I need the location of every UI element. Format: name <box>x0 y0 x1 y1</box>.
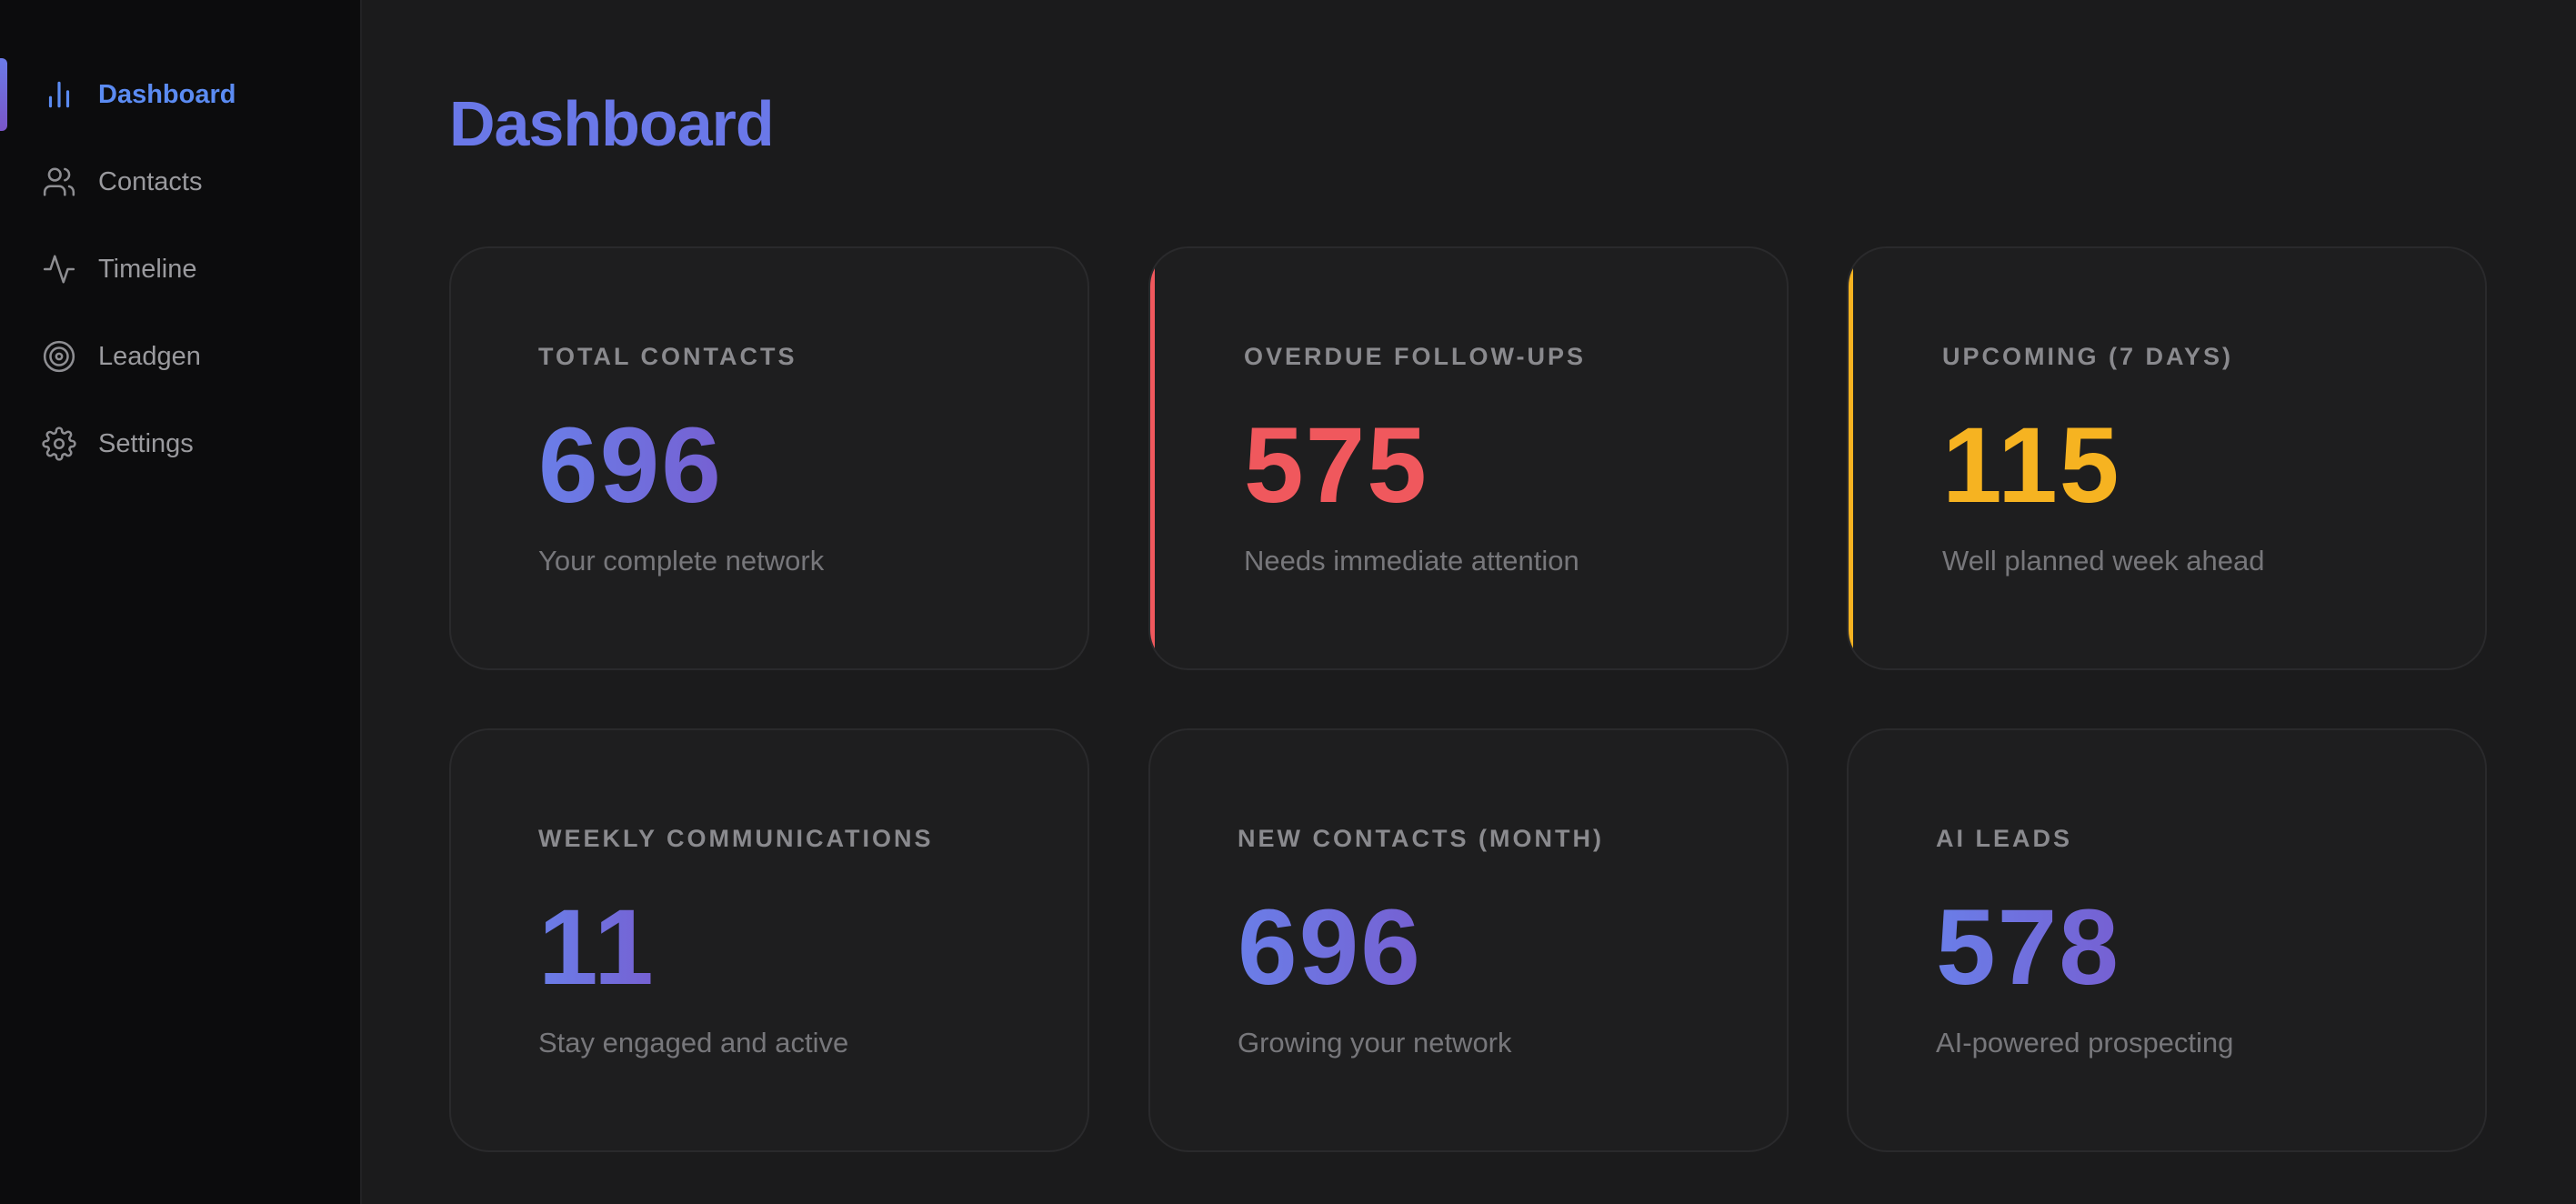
stat-card-ai-leads: AI LEADS 578 AI-powered prospecting <box>1847 728 2487 1152</box>
activity-icon <box>42 252 76 286</box>
stat-card-upcoming: UPCOMING (7 DAYS) 115 Well planned week … <box>1847 246 2487 670</box>
card-subtitle: Your complete network <box>538 545 825 577</box>
card-subtitle: Stay engaged and active <box>538 1027 849 1059</box>
card-subtitle: AI-powered prospecting <box>1936 1027 2234 1059</box>
sidebar-item-label: Leadgen <box>98 341 201 371</box>
card-subtitle: Well planned week ahead <box>1942 545 2265 577</box>
gear-icon <box>42 426 76 461</box>
card-value: 575 <box>1244 406 1428 526</box>
card-label: NEW CONTACTS (MONTH) <box>1238 825 1604 852</box>
card-label: OVERDUE FOLLOW-UPS <box>1244 343 1586 370</box>
sidebar-item-label: Dashboard <box>98 79 236 109</box>
page-title: Dashboard <box>449 88 775 159</box>
stat-card-new-contacts: NEW CONTACTS (MONTH) 696 Growing your ne… <box>1148 728 1789 1152</box>
card-accent-edge <box>1150 248 1155 668</box>
card-value: 696 <box>538 406 723 526</box>
sidebar-nav: Dashboard Contacts Timeline Leadgen Sett… <box>0 58 360 495</box>
bar-chart-icon <box>42 77 76 112</box>
sidebar-item-label: Contacts <box>98 166 203 196</box>
card-value: 578 <box>1936 888 2120 1008</box>
main-content: Dashboard TOTAL CONTACTS 696 Your comple… <box>362 0 2576 1204</box>
sidebar-item-leadgen[interactable]: Leadgen <box>0 320 360 393</box>
card-label: TOTAL CONTACTS <box>538 343 797 370</box>
sidebar-item-timeline[interactable]: Timeline <box>0 233 360 306</box>
card-subtitle: Needs immediate attention <box>1244 545 1579 577</box>
card-label: AI LEADS <box>1936 825 2073 852</box>
card-value: 115 <box>1942 406 2121 526</box>
active-indicator <box>0 58 7 131</box>
users-icon <box>42 165 76 199</box>
card-value: 11 <box>538 888 656 1008</box>
sidebar-item-label: Settings <box>98 428 194 458</box>
stat-card-weekly-communications: WEEKLY COMMUNICATIONS 11 Stay engaged an… <box>449 728 1089 1152</box>
card-label: UPCOMING (7 DAYS) <box>1942 343 2234 370</box>
card-subtitle: Growing your network <box>1238 1027 1512 1059</box>
card-accent-edge <box>1849 248 1853 668</box>
stat-card-total-contacts: TOTAL CONTACTS 696 Your complete network <box>449 246 1089 670</box>
sidebar-item-settings[interactable]: Settings <box>0 407 360 480</box>
sidebar-item-label: Timeline <box>98 254 197 284</box>
card-value: 696 <box>1238 888 1422 1008</box>
app-window: Dashboard Contacts Timeline Leadgen Sett… <box>0 0 2576 1204</box>
sidebar-item-contacts[interactable]: Contacts <box>0 145 360 218</box>
sidebar-item-dashboard[interactable]: Dashboard <box>0 58 360 131</box>
target-icon <box>42 339 76 374</box>
card-label: WEEKLY COMMUNICATIONS <box>538 825 934 852</box>
stat-card-overdue-follow-ups: OVERDUE FOLLOW-UPS 575 Needs immediate a… <box>1148 246 1789 670</box>
sidebar: Dashboard Contacts Timeline Leadgen Sett… <box>0 0 362 1204</box>
